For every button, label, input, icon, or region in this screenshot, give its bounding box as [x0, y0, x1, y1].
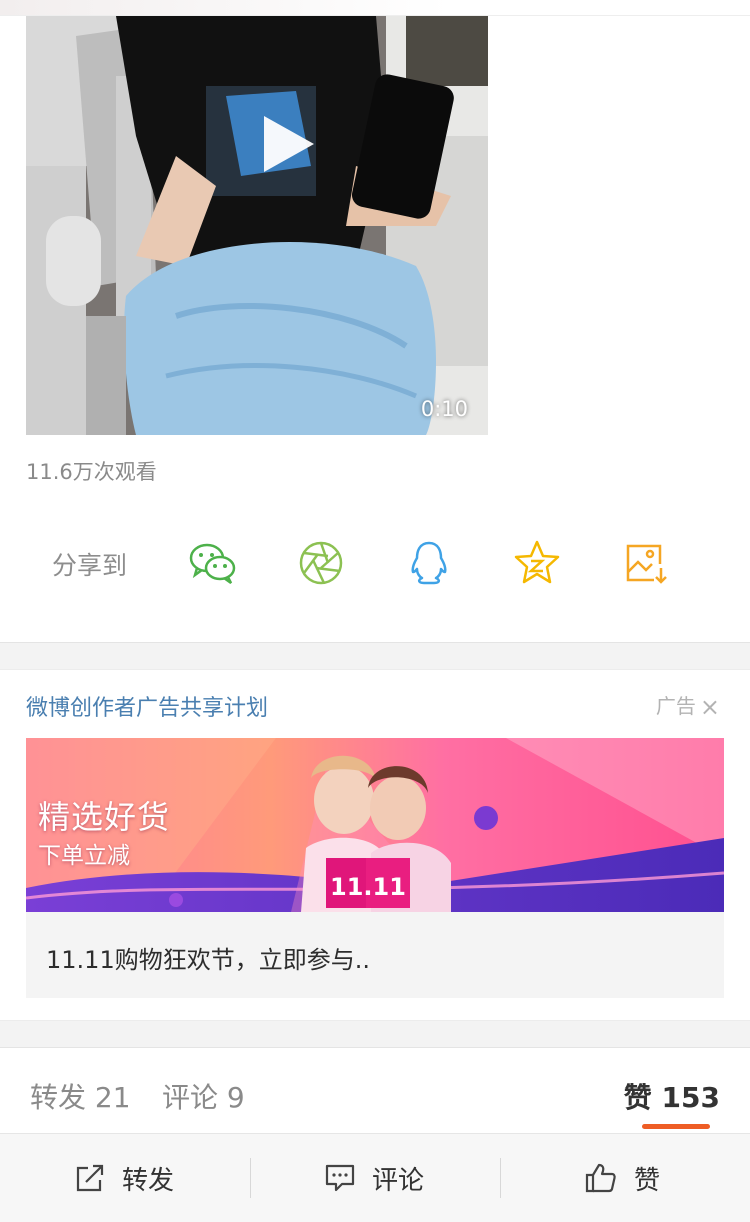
- qzone-icon[interactable]: [512, 538, 562, 588]
- ad-banner-title: 精选好货: [38, 798, 171, 836]
- tab-likes[interactable]: 赞 153: [624, 1076, 720, 1116]
- ad-program-title[interactable]: 微博创作者广告共享计划: [26, 690, 268, 722]
- ad-banner[interactable]: 精选好货 下单立减 11.11: [26, 738, 724, 912]
- active-tab-indicator: [642, 1124, 710, 1129]
- ad-caption-box[interactable]: 11.11购物狂欢节，立即参与..: [26, 912, 724, 998]
- repost-icon: [76, 1164, 104, 1192]
- ad-caption: 11.11购物狂欢节，立即参与..: [46, 946, 370, 974]
- ad-banner-badge: 11.11: [330, 873, 406, 901]
- repost-button[interactable]: 转发: [74, 1134, 174, 1222]
- bottom-action-bar: 转发 评论 赞: [0, 1134, 750, 1222]
- wechat-icon[interactable]: [188, 538, 238, 588]
- section-separator: [0, 642, 750, 670]
- top-status-strip: [0, 0, 750, 16]
- section-separator: [0, 1020, 750, 1048]
- video-player[interactable]: 0:10: [26, 16, 488, 435]
- ad-label: 广告: [655, 694, 696, 718]
- view-count: 11.6万次观看: [26, 460, 157, 484]
- comment-icon: [325, 1164, 355, 1192]
- divider: [250, 1158, 251, 1198]
- close-icon[interactable]: ×: [700, 693, 720, 721]
- play-icon[interactable]: [258, 112, 318, 176]
- thumbs-up-icon: [585, 1163, 616, 1193]
- divider: [500, 1158, 501, 1198]
- ad-banner-subtitle: 下单立减: [38, 843, 130, 869]
- engagement-tabs: 转发 21 评论 9 赞 153: [0, 1048, 750, 1134]
- tab-comments[interactable]: 评论 9: [162, 1076, 245, 1116]
- qq-icon[interactable]: [404, 538, 454, 588]
- video-duration: 0:10: [420, 397, 468, 421]
- like-label: 赞: [634, 1165, 661, 1196]
- like-button[interactable]: 赞: [584, 1134, 660, 1222]
- video-thumbnail: [26, 16, 488, 435]
- repost-label: 转发: [122, 1165, 175, 1196]
- moments-icon[interactable]: [296, 538, 346, 588]
- comment-label: 评论: [372, 1165, 425, 1196]
- ad-tag[interactable]: 广告 ×: [655, 690, 720, 721]
- save-image-icon[interactable]: [620, 538, 670, 588]
- share-row: 分享到: [0, 530, 750, 596]
- comment-button[interactable]: 评论: [324, 1134, 424, 1222]
- tab-reposts[interactable]: 转发 21: [30, 1076, 131, 1116]
- share-label: 分享到: [52, 551, 128, 580]
